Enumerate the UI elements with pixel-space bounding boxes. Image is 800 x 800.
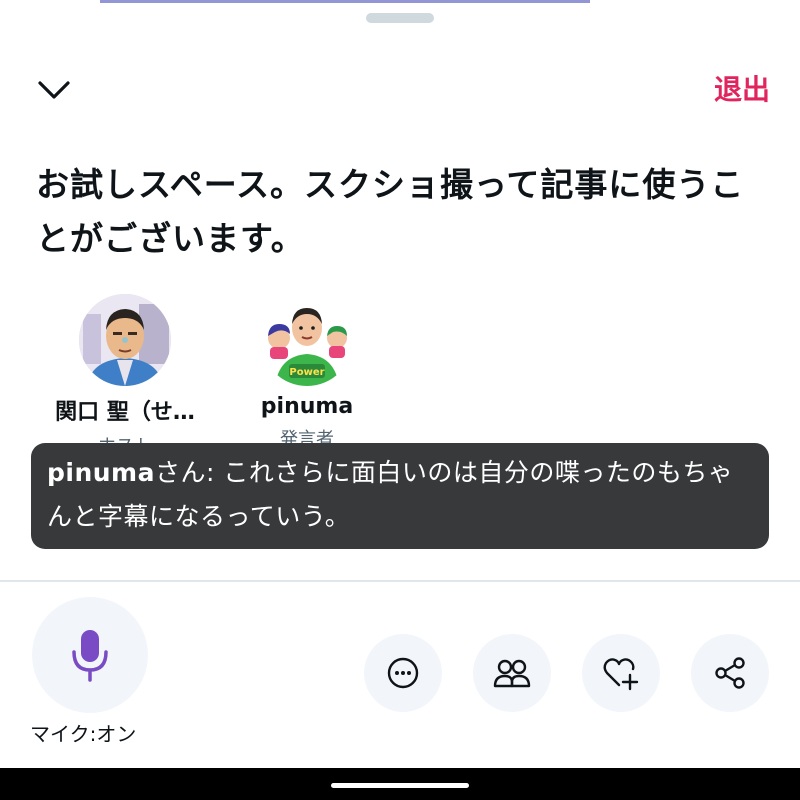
background-band <box>100 0 590 3</box>
caption-suffix: さん: <box>154 458 224 487</box>
mic-label: マイク:オン <box>30 722 137 746</box>
share-button[interactable] <box>691 634 769 712</box>
people-icon <box>493 659 531 688</box>
microphone-icon <box>72 630 108 682</box>
sheet-drag-handle[interactable] <box>366 13 434 23</box>
live-caption: pinumaさん: これさらに面白いのは自分の喋ったのもちゃんと字幕になるってい… <box>31 443 769 549</box>
more-options-button[interactable] <box>364 634 442 712</box>
mic-toggle-button[interactable] <box>32 597 148 713</box>
system-nav-bar <box>0 768 800 800</box>
leave-button[interactable]: 退出 <box>714 70 770 110</box>
divider <box>0 580 800 582</box>
avatar: Power <box>261 294 353 386</box>
collapse-button[interactable] <box>30 70 78 110</box>
home-indicator[interactable] <box>331 783 469 788</box>
participant-speaker[interactable]: Power pinuma 発言者 <box>222 294 392 451</box>
badge-text: Power <box>289 367 324 378</box>
participant-name: pinuma <box>260 394 354 419</box>
avatar <box>79 294 171 386</box>
participant-name: 関口 聖（せ… <box>55 400 195 425</box>
caption-username: pinuma <box>47 458 155 487</box>
participant-host[interactable]: 関口 聖（せ… ホスト <box>40 294 210 458</box>
chevron-down-icon <box>38 81 70 99</box>
react-button[interactable] <box>582 634 660 712</box>
space-title: お試しスペース。スクショ撮って記事に使うことがございます。 <box>36 165 745 258</box>
share-icon <box>715 657 745 689</box>
participants-button[interactable] <box>473 634 551 712</box>
more-options-icon <box>387 657 419 689</box>
top-strip <box>0 0 800 4</box>
heart-plus-icon <box>603 658 639 691</box>
